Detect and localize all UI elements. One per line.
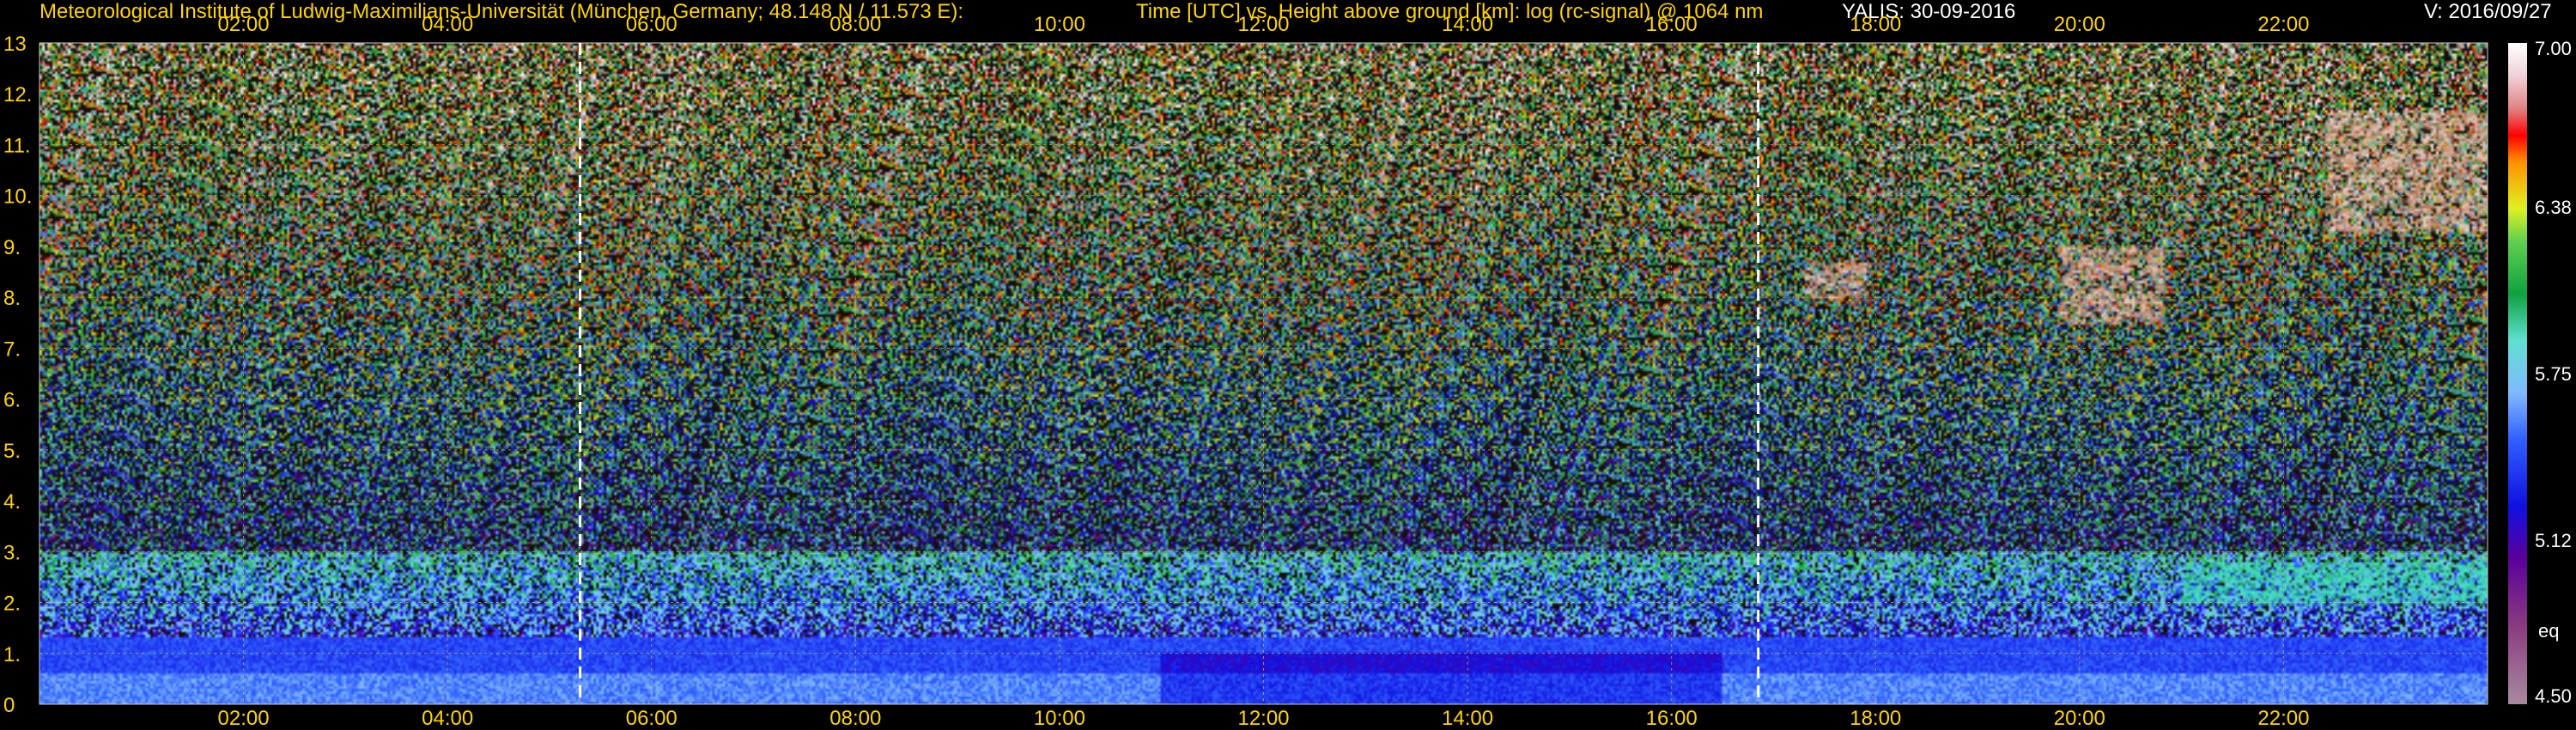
x-tick-label-top: 06:00 [626,13,677,36]
x-tick-label-bottom: 22:00 [2257,707,2309,730]
x-tick-label-top: 22:00 [2257,13,2309,36]
x-tick-label-top: 04:00 [422,13,473,36]
x-tick-label-top: 10:00 [1034,13,1085,36]
y-tick-label: 12. [3,83,32,106]
y-tick-label: 3. [3,541,21,564]
x-tick-label-top: 16:00 [1646,13,1698,36]
y-tick-label: 7. [3,338,21,361]
colorbar-tick-label: 5.75 [2535,363,2572,385]
y-tick-label: 2. [3,593,21,616]
y-tick-label: 8. [3,287,21,310]
x-tick-label-top: 12:00 [1237,13,1289,36]
y-tick-label: 5. [3,440,21,463]
y-tick-label: 6. [3,389,21,412]
x-tick-label-bottom: 06:00 [626,707,677,730]
colorbar-tick-label: 4.50 [2535,685,2572,707]
x-tick-label-bottom: 12:00 [1237,707,1289,730]
y-tick-label: 11. [3,134,31,157]
x-tick-label-bottom: 16:00 [1646,707,1698,730]
colorbar-ticks: 7.00 6.38 5.75 5.12 4.50 eq [2535,38,2572,707]
y-tick-label: 9. [3,236,21,259]
x-tick-label-top: 08:00 [829,13,881,36]
colorbar-tick-label: 6.38 [2535,197,2572,218]
x-tick-label-top: 02:00 [218,13,270,36]
x-tick-label-bottom: 08:00 [829,707,881,730]
x-tick-label-top: 14:00 [1442,13,1493,36]
x-tick-label-bottom: 04:00 [422,707,473,730]
colorbar [2508,43,2527,704]
x-tick-label-bottom: 02:00 [218,707,270,730]
y-tick-label: 4. [3,490,21,514]
y-tick-label: 10. [3,186,32,209]
x-tick-label-bottom: 14:00 [1442,707,1493,730]
colorbar-tick-label: 5.12 [2535,530,2572,551]
y-tick-label: 1. [3,643,21,666]
x-tick-label-top: 20:00 [2054,13,2105,36]
y-tick-label: 13 [3,33,27,56]
colorbar-tick-label: 7.00 [2535,38,2572,59]
y-tick-label: 0 [3,694,15,717]
x-tick-label-bottom: 20:00 [2054,707,2105,730]
x-tick-label-top: 18:00 [1850,13,1901,36]
lidar-quicklook-chart: 02:00 02:00 04:00 04:00 06:00 06:00 08:00 08:00… [3,13,2572,730]
x-tick-label-bottom: 10:00 [1034,707,1085,730]
colorbar-label: eq [2538,620,2559,642]
x-tick-label-bottom: 18:00 [1850,707,1901,730]
